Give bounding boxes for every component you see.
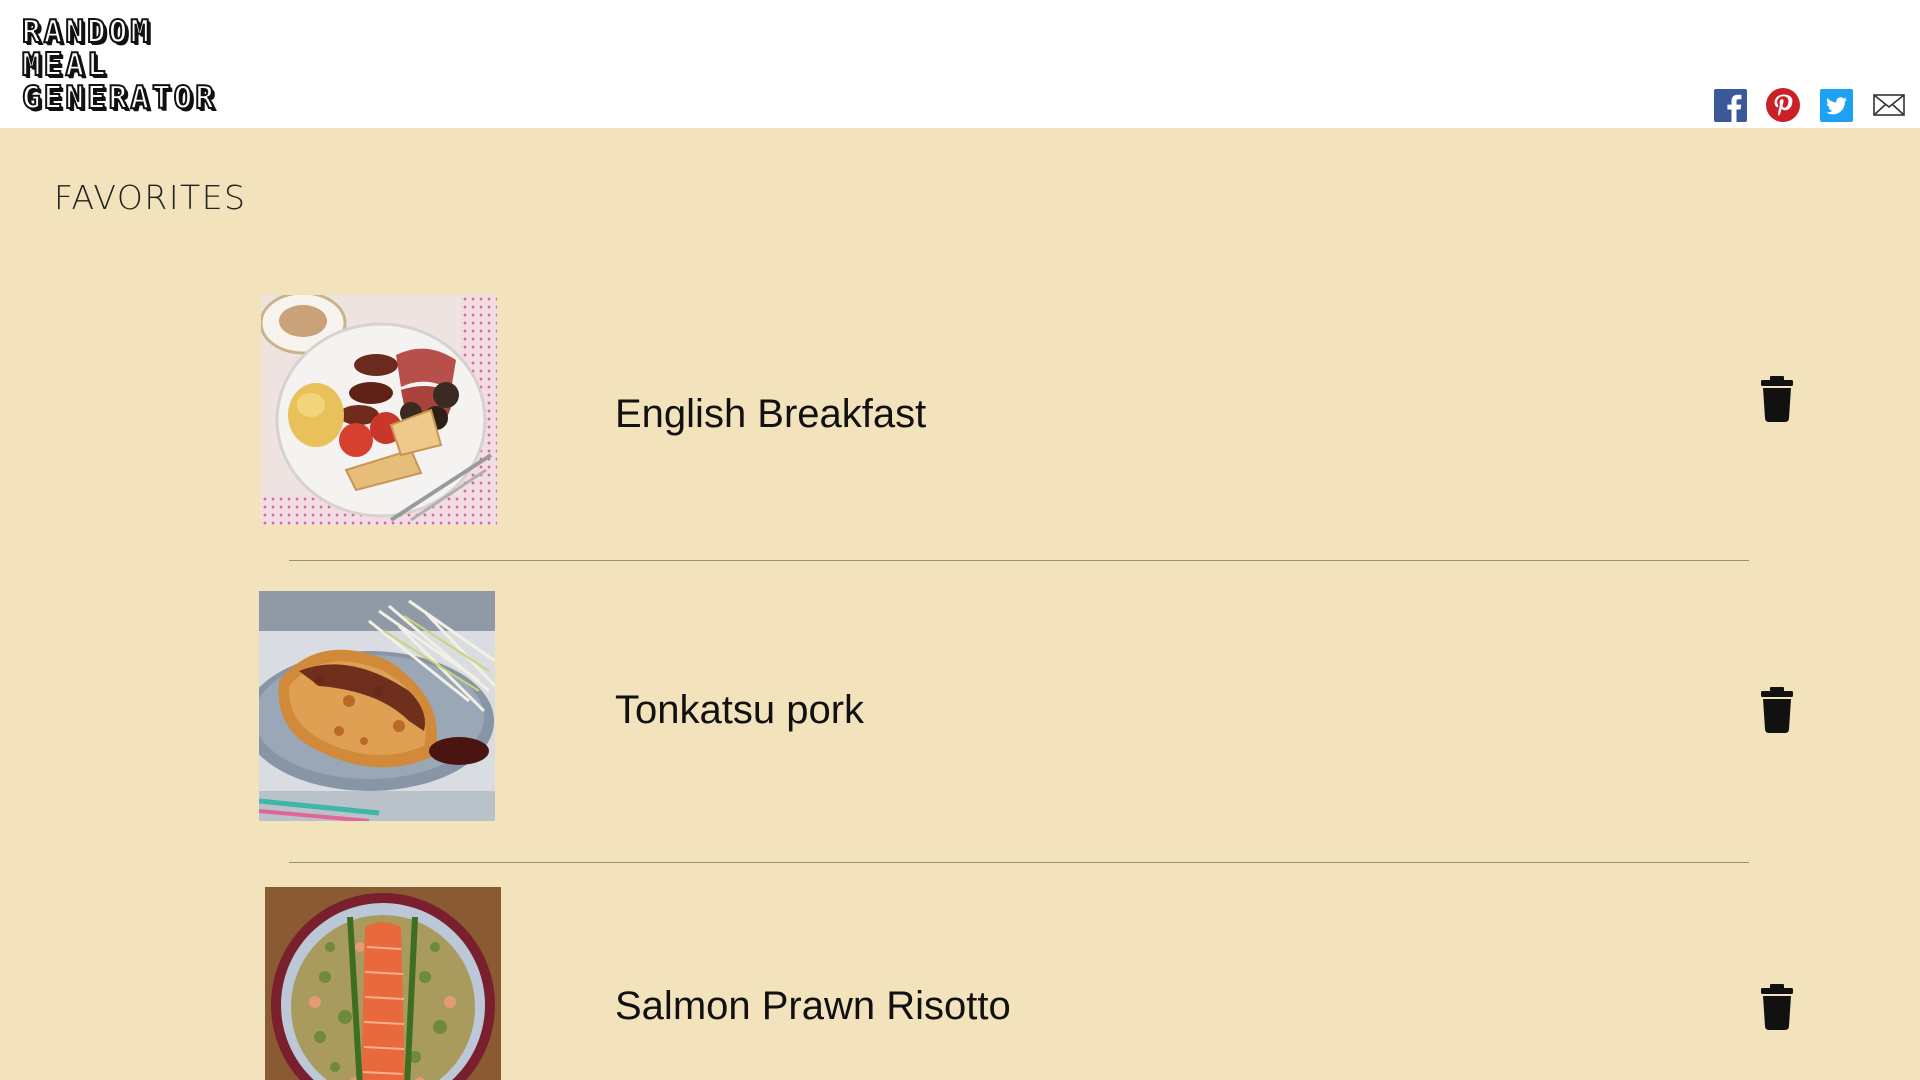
meal-thumbnail[interactable]	[265, 887, 501, 1080]
english-breakfast-photo	[261, 295, 497, 525]
divider	[289, 862, 1749, 863]
trash-icon[interactable]	[1759, 376, 1795, 422]
meal-name[interactable]: Tonkatsu pork	[615, 688, 864, 733]
divider	[289, 560, 1749, 561]
favorite-item: Salmon Prawn Risotto	[0, 0, 1920, 1080]
trash-icon[interactable]	[1759, 984, 1795, 1030]
trash-icon[interactable]	[1759, 687, 1795, 733]
tonkatsu-pork-photo	[259, 591, 495, 821]
meal-name[interactable]: Salmon Prawn Risotto	[615, 984, 1011, 1029]
meal-thumbnail[interactable]	[259, 591, 495, 821]
meal-name[interactable]: English Breakfast	[615, 392, 926, 437]
meal-thumbnail[interactable]	[261, 295, 497, 525]
favorites-list: English Breakfast Tonkatsu pork Salmon P…	[0, 0, 1920, 1080]
salmon-prawn-risotto-photo	[265, 887, 501, 1080]
